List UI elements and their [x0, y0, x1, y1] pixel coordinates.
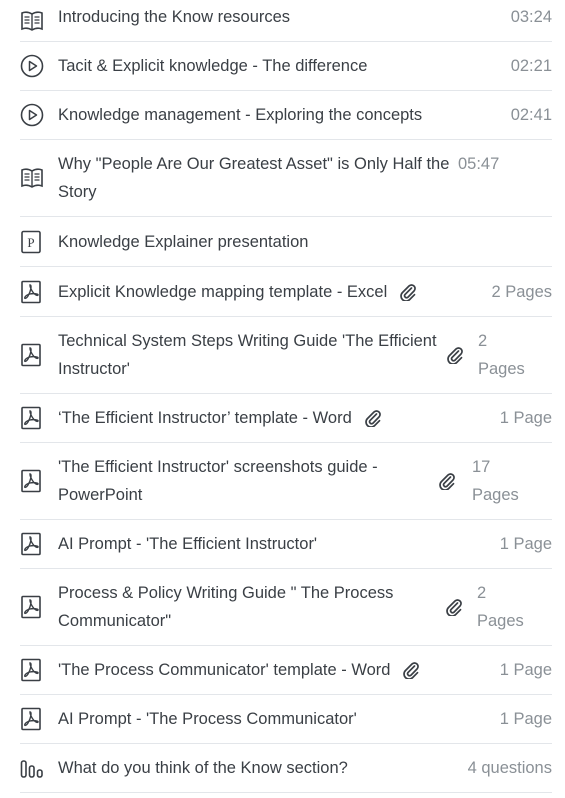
item-pages: 2 Pages — [477, 584, 524, 630]
item-title: Technical System Steps Writing Guide 'Th… — [58, 332, 437, 378]
paperclip-icon[interactable] — [364, 409, 382, 427]
list-item[interactable]: 'The Process Communicator' template - Wo… — [20, 646, 552, 695]
play-circle-icon — [20, 54, 58, 78]
item-questions: 4 questions — [467, 759, 552, 777]
item-title: AI Prompt - 'The Efficient Instructor' — [58, 535, 318, 553]
item-title: Explicit Knowledge mapping template - Ex… — [58, 282, 388, 301]
pdf-file-icon — [20, 595, 58, 619]
item-title: Introducing the Know resources — [58, 7, 291, 26]
presentation-icon: P — [20, 230, 58, 254]
open-book-icon — [20, 10, 58, 32]
item-title: ‘The Efficient Instructor’ template - Wo… — [58, 409, 352, 427]
item-pages: 2 Pages — [478, 332, 525, 378]
list-item[interactable]: Explicit Knowledge mapping template - Ex… — [20, 267, 552, 317]
list-item[interactable]: AI Prompt - 'The Efficient Instructor' 1… — [20, 520, 552, 569]
list-item[interactable]: Technical System Steps Writing Guide 'Th… — [20, 317, 552, 394]
list-item[interactable]: P Knowledge Explainer presentation — [20, 217, 552, 267]
list-item[interactable]: 'The Efficient Instructor' screenshots g… — [20, 443, 552, 520]
item-duration: 05:47 — [458, 155, 500, 173]
pdf-file-icon — [20, 707, 58, 731]
list-item[interactable]: Process & Policy Writing Guide " The Pro… — [20, 569, 552, 646]
item-title: What do you think of the Know section? — [58, 759, 348, 777]
item-title: 'The Process Communicator' template - Wo… — [58, 661, 391, 679]
item-title: Process & Policy Writing Guide " The Pro… — [58, 584, 394, 630]
item-pages: 1 Page — [499, 409, 552, 427]
list-item[interactable]: Tacit & Explicit knowledge - The differe… — [20, 42, 552, 91]
item-title: 'The Efficient Instructor' screenshots g… — [58, 458, 378, 504]
paperclip-icon[interactable] — [399, 283, 417, 301]
list-item[interactable]: Introducing the Know resources 03:24 — [20, 0, 552, 42]
list-item[interactable]: Why "People Are Our Greatest Asset" is O… — [20, 140, 552, 217]
item-pages: 2 Pages — [491, 282, 552, 301]
item-duration: 03:24 — [510, 7, 552, 26]
play-circle-icon — [20, 103, 58, 127]
lesson-list: Introducing the Know resources 03:24 Tac… — [20, 0, 552, 793]
paperclip-icon[interactable] — [438, 472, 456, 490]
paperclip-icon[interactable] — [446, 346, 464, 364]
pdf-file-icon — [20, 532, 58, 556]
list-item[interactable]: What do you think of the Know section? 4… — [20, 744, 552, 793]
item-title: Knowledge Explainer presentation — [58, 232, 309, 251]
item-pages: 17 Pages — [472, 458, 519, 504]
pdf-file-icon — [20, 658, 58, 682]
pdf-file-icon — [20, 406, 58, 430]
item-pages: 1 Page — [499, 710, 552, 728]
item-pages: 1 Page — [499, 661, 552, 679]
survey-chart-icon — [20, 757, 58, 779]
pdf-file-icon — [20, 343, 58, 367]
open-book-icon — [20, 167, 58, 189]
pdf-file-icon — [20, 469, 58, 493]
paperclip-icon[interactable] — [445, 598, 463, 616]
item-duration: 02:41 — [510, 106, 552, 124]
pdf-file-icon — [20, 280, 58, 304]
paperclip-icon[interactable] — [402, 661, 420, 679]
item-title: Knowledge management - Exploring the con… — [58, 106, 423, 124]
list-item[interactable]: ‘The Efficient Instructor’ template - Wo… — [20, 394, 552, 443]
item-title: AI Prompt - 'The Process Communicator' — [58, 710, 357, 728]
item-title: Tacit & Explicit knowledge - The differe… — [58, 57, 368, 75]
item-title: Why "People Are Our Greatest Asset" is O… — [58, 155, 450, 201]
item-duration: 02:21 — [510, 57, 552, 75]
svg-text:P: P — [27, 235, 34, 250]
item-pages: 1 Page — [499, 535, 552, 553]
list-item[interactable]: Knowledge management - Exploring the con… — [20, 91, 552, 140]
list-item[interactable]: AI Prompt - 'The Process Communicator' 1… — [20, 695, 552, 744]
